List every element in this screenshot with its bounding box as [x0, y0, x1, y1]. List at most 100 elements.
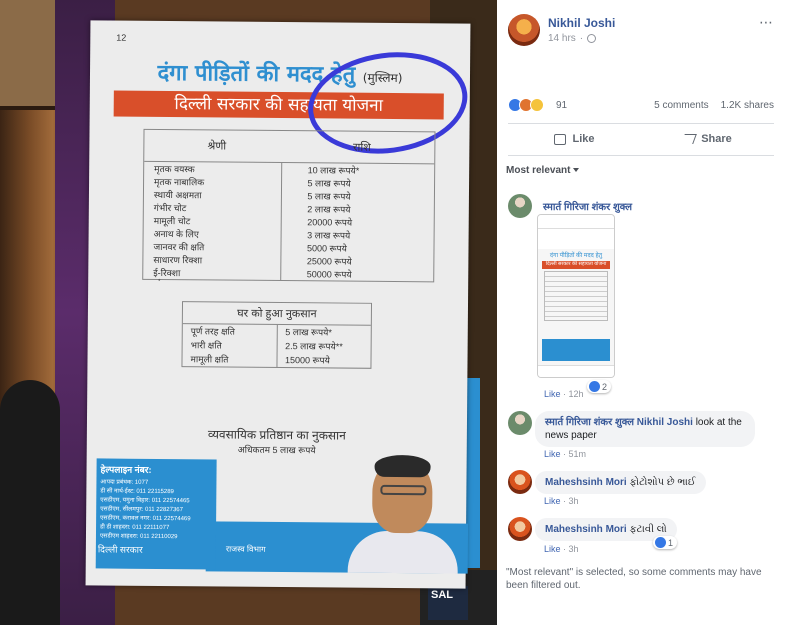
comment-like-link[interactable]: Like [544, 449, 561, 459]
table-row: ई-रिक्शा 50000 रूपये [143, 266, 434, 282]
commenter-name[interactable]: स्मार्त गिरिजा शंकर शुक्ल [543, 199, 632, 213]
facebook-post-panel: Nikhil Joshi 14 hrs · ⋯ 91 5 comments 1.… [497, 0, 787, 625]
screenshot-root: संलग्न SAL 12 दंगा पीड़ितों की मदद हेतु … [0, 0, 787, 625]
comment-like-badge[interactable]: 1 [653, 536, 678, 549]
sad-reaction-icon [530, 98, 544, 112]
table-cell-label: ई-रिक्शा [153, 267, 181, 279]
comment-bubble: स्मार्त गिरिजा शंकर शुक्ल Nikhil Joshi l… [535, 411, 755, 447]
comment-bubble: Maheshsinh Mori ફોટોશોપ છે ભાઈ [535, 471, 706, 494]
politician-portrait [347, 453, 459, 574]
portrait-glasses [380, 484, 427, 496]
post-header: Nikhil Joshi 14 hrs · ⋯ [508, 14, 778, 48]
business-loss-title: व्यवसायिक प्रतिष्ठान का नुकसान [207, 427, 346, 443]
table-cell-value: 2.5 लाख रूपये** [276, 338, 371, 354]
divider [508, 155, 774, 156]
comment-time[interactable]: 51m [569, 449, 587, 459]
comment-sort-label: Most relevant [506, 165, 571, 176]
author-name[interactable]: Nikhil Joshi [548, 16, 615, 30]
comment-like-link[interactable]: Like [544, 389, 561, 399]
dot-separator: · [579, 33, 584, 44]
comment-meta: Like · 12h [544, 389, 584, 399]
comment-mention[interactable]: Nikhil Joshi [637, 417, 693, 428]
table-cell-value: 3 लाख रूपये [280, 228, 434, 243]
comment-text: ફટાવી લો [629, 524, 667, 535]
compensation-table: श्रेणी राशि मृतक वयस्क 10 लाख रूपये* मृतक … [142, 128, 436, 283]
table-cell-label: मृतक नाबालिक [154, 176, 205, 188]
table-cell-label: मामूली क्षति [190, 354, 229, 365]
helpline-list: आपदा प्रबंधक: 1077 डी सी नार्थ-ईस्ट: 011 … [100, 478, 213, 542]
table-cell-label: जानवर की क्षति [153, 241, 205, 253]
thumbs-up-icon [554, 133, 567, 145]
comment-count[interactable]: 5 comments [654, 100, 708, 111]
commenter-avatar[interactable] [508, 470, 532, 494]
background-dark-object [0, 380, 60, 625]
commenter-avatar[interactable] [508, 517, 532, 541]
comment-image-urlbar [538, 215, 614, 229]
table-header-amount: राशि [352, 141, 371, 154]
author-avatar[interactable] [508, 14, 540, 46]
table-cell-label: भारी क्षति [190, 340, 222, 351]
newspaper-page: 12 दंगा पीड़ितों की मदद हेतु (मुस्लिम) द… [85, 20, 474, 589]
comment-time[interactable]: 3h [569, 544, 579, 554]
like-reaction-icon [589, 381, 600, 392]
comment-like-badge[interactable]: 2 [587, 380, 612, 393]
share-button[interactable]: Share [641, 128, 774, 150]
table-cell-label: मृतक वयस्क [154, 163, 195, 175]
comment-image-band: दिल्ली सरकार की सहायता योजना [542, 261, 610, 269]
share-count[interactable]: 1.2K shares [721, 100, 774, 111]
commenter-avatar[interactable] [508, 194, 532, 218]
table-cell-label: मामूली चोट [153, 215, 191, 227]
table-cell-label: गंभीर चोट [153, 202, 187, 214]
commenter-name[interactable]: Maheshsinh Mori [545, 477, 627, 488]
like-button[interactable]: Like [508, 128, 641, 150]
table-cell-value: 20000 रूपये [280, 215, 434, 230]
table-row: मामूली क्षति 15000 रूपये [182, 352, 371, 368]
table-cell-value: 5 लाख रूपये [280, 189, 435, 204]
table-header-category: श्रेणी [207, 140, 227, 153]
table-cell-value: 15000 रूपये [275, 352, 371, 368]
comment-image-footer [542, 339, 610, 361]
portrait-hair [374, 454, 431, 478]
comment-meta: Like · 3h [544, 544, 579, 554]
like-reaction-icon [655, 537, 666, 548]
footer-signature: राजस्व विभाग [225, 544, 266, 554]
comment-like-link[interactable]: Like [544, 544, 561, 554]
post-meta: 14 hrs · [548, 33, 597, 44]
comment-meta: Like · 3h [544, 496, 579, 506]
comment-image[interactable]: दंगा पीड़ितों की मदद हेतु दिल्ली सरकार क… [537, 214, 615, 378]
table-cell-value: 5 लाख रूपये* [276, 324, 371, 340]
commenter-avatar[interactable] [508, 411, 532, 435]
divider [508, 123, 774, 124]
comment-image-nav [538, 365, 614, 377]
comment-image-ad [538, 229, 614, 249]
table-cell-value: 5 लाख रूपये [280, 176, 435, 191]
table-footnote: * [158, 278, 161, 285]
reaction-icons[interactable] [508, 98, 544, 112]
house-damage-title: घर को हुआ नुकसान [182, 302, 372, 326]
comment-time[interactable]: 3h [569, 496, 579, 506]
comment-text: ફોટોશોપ છે ભાઈ [629, 477, 696, 488]
house-damage-body: पूर्ण तरह क्षति 5 लाख रूपये* भारी क्षति 2.5… [182, 324, 371, 368]
comment-sort-dropdown[interactable]: Most relevant [506, 165, 580, 176]
comment-meta: Like · 51m [544, 449, 587, 459]
chevron-down-icon [573, 168, 580, 173]
house-damage-table: घर को हुआ नुकसान पूर्ण तरह क्षति 5 लाख रू… [181, 301, 373, 369]
reaction-count[interactable]: 91 [556, 100, 567, 111]
post-time[interactable]: 14 hrs [548, 33, 576, 44]
corner-advert: SAL [428, 586, 468, 620]
table-cell-value: 50000 रूपये [279, 267, 434, 282]
comment-time[interactable]: 12h [569, 389, 584, 399]
commenter-name[interactable]: Maheshsinh Mori [545, 524, 627, 535]
post-photo[interactable]: संलग्न SAL 12 दंगा पीड़ितों की मदद हेतु … [0, 0, 497, 625]
page-number: 12 [116, 32, 127, 43]
comment-image-title: दंगा पीड़ितों की मदद हेतु [549, 253, 603, 259]
compensation-table-header: श्रेणी राशि [144, 129, 435, 165]
commenter-name[interactable]: स्मार्त गिरिजा शंकर शुक्ल [545, 417, 634, 428]
helpline-title: हेल्पलाइन नंबर: [100, 464, 152, 475]
share-button-label: Share [701, 133, 732, 145]
footer-govt-label: दिल्ली सरकार [97, 544, 143, 555]
comment-like-link[interactable]: Like [544, 496, 561, 506]
more-options-icon[interactable]: ⋯ [759, 14, 774, 31]
post-actions: Like Share [508, 128, 774, 150]
share-arrow-icon [681, 134, 698, 144]
